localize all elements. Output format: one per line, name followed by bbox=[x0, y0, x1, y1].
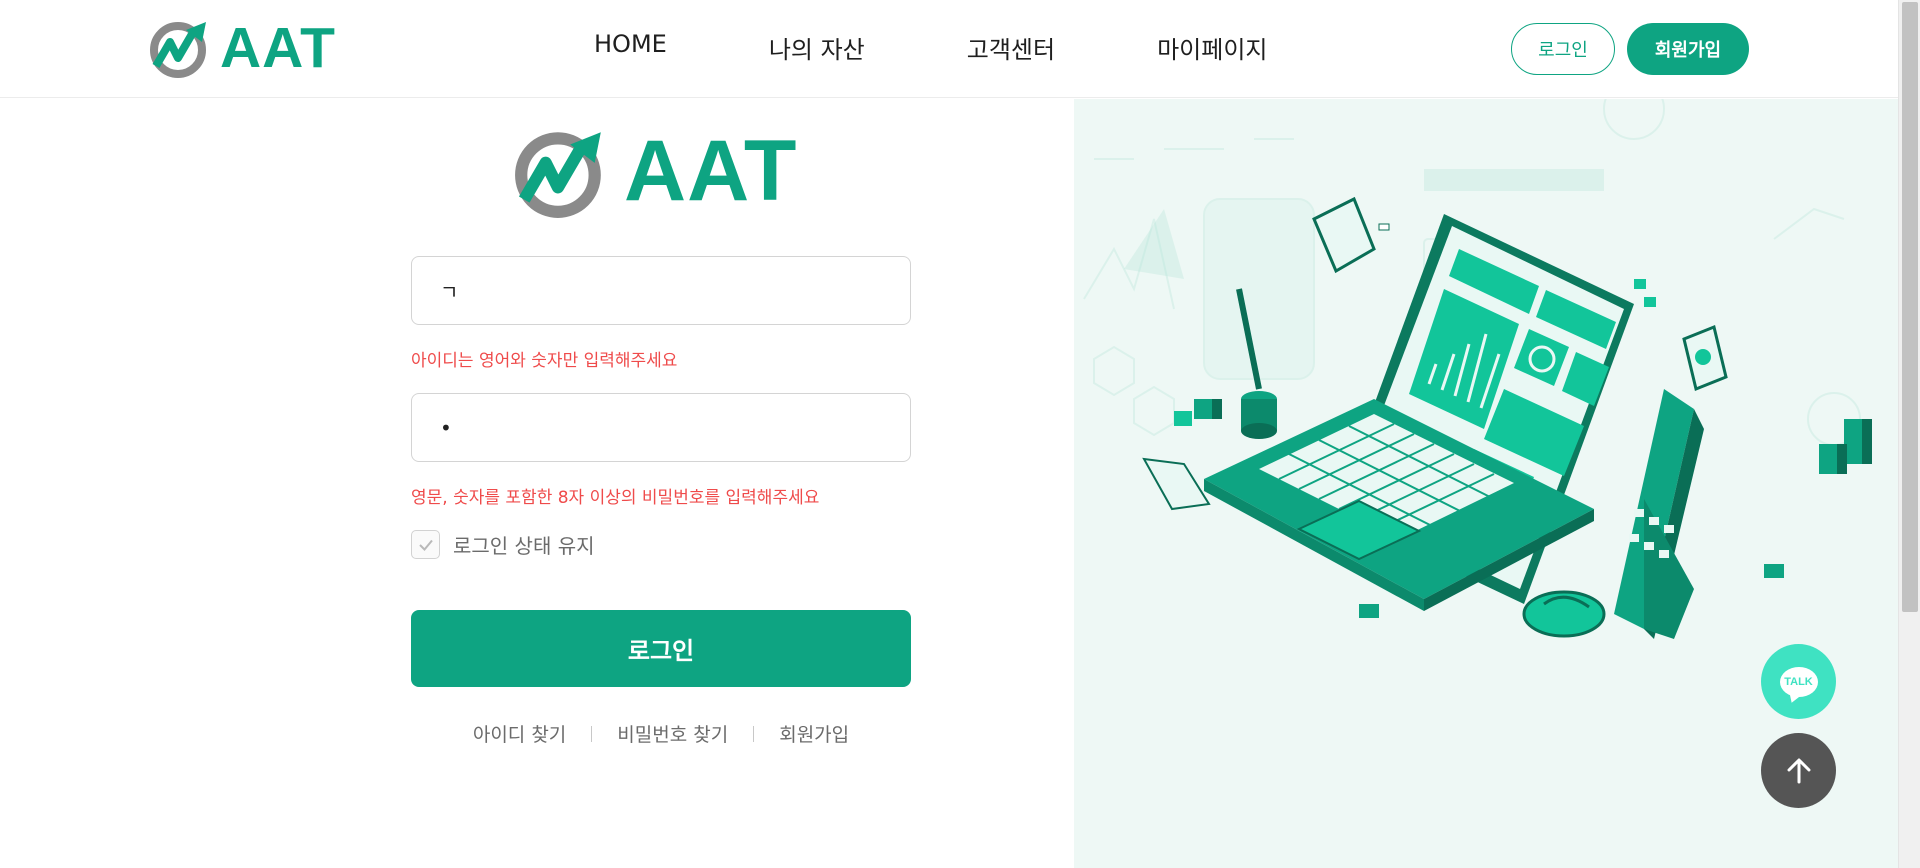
arrow-up-icon bbox=[1787, 758, 1810, 783]
password-error-message: 영문, 숫자를 포함한 8자 이상의 비밀번호를 입력해주세요 bbox=[411, 488, 820, 508]
find-password-link[interactable]: 비밀번호 찾기 bbox=[617, 720, 728, 747]
find-id-link[interactable]: 아이디 찾기 bbox=[473, 720, 566, 747]
logo-mark-icon bbox=[150, 22, 206, 78]
nav-my-assets[interactable]: 나의 자산 bbox=[769, 30, 865, 65]
form-logo: AAT bbox=[512, 122, 797, 221]
brand-name: AAT bbox=[220, 16, 336, 80]
id-input[interactable]: ㄱ bbox=[411, 256, 911, 325]
logo-mark-icon bbox=[515, 131, 601, 218]
page-scrollbar[interactable] bbox=[1898, 0, 1920, 868]
id-error-message: 아이디는 영어와 숫자만 입력해주세요 bbox=[411, 351, 678, 371]
keep-login-checkbox[interactable] bbox=[411, 530, 440, 559]
talk-icon: TALK bbox=[1779, 666, 1818, 697]
keep-login-label: 로그인 상태 유지 bbox=[453, 534, 595, 558]
account-links: 아이디 찾기 비밀번호 찾기 회원가입 bbox=[411, 720, 911, 747]
scroll-to-top-button[interactable] bbox=[1761, 733, 1836, 808]
nav-home[interactable]: HOME bbox=[594, 30, 667, 65]
header-login-button[interactable]: 로그인 bbox=[1511, 23, 1615, 75]
site-header: AAT HOME 나의 자산 고객센터 마이페이지 로그인 회원가입 bbox=[0, 0, 1898, 98]
divider bbox=[591, 725, 593, 742]
keep-login[interactable]: 로그인 상태 유지 bbox=[411, 530, 595, 559]
nav-customer-center[interactable]: 고객센터 bbox=[967, 30, 1055, 65]
scrollbar-thumb[interactable] bbox=[1902, 2, 1918, 612]
header-join-button[interactable]: 회원가입 bbox=[1627, 23, 1749, 75]
form-logo-text: AAT bbox=[624, 123, 798, 219]
login-button[interactable]: 로그인 bbox=[411, 610, 911, 687]
main-nav: HOME 나의 자산 고객센터 마이페이지 bbox=[594, 30, 1268, 65]
header-logo[interactable]: AAT bbox=[148, 15, 336, 81]
password-input[interactable]: • bbox=[411, 393, 911, 462]
talk-label: TALK bbox=[1784, 675, 1813, 688]
id-input-value: ㄱ bbox=[440, 280, 459, 304]
nav-my-page[interactable]: 마이페이지 bbox=[1157, 30, 1267, 65]
talk-chat-button[interactable]: TALK bbox=[1761, 644, 1836, 719]
password-input-value: • bbox=[440, 415, 452, 440]
checkmark-icon bbox=[418, 539, 433, 551]
divider bbox=[753, 725, 755, 742]
signup-link[interactable]: 회원가입 bbox=[779, 720, 849, 747]
